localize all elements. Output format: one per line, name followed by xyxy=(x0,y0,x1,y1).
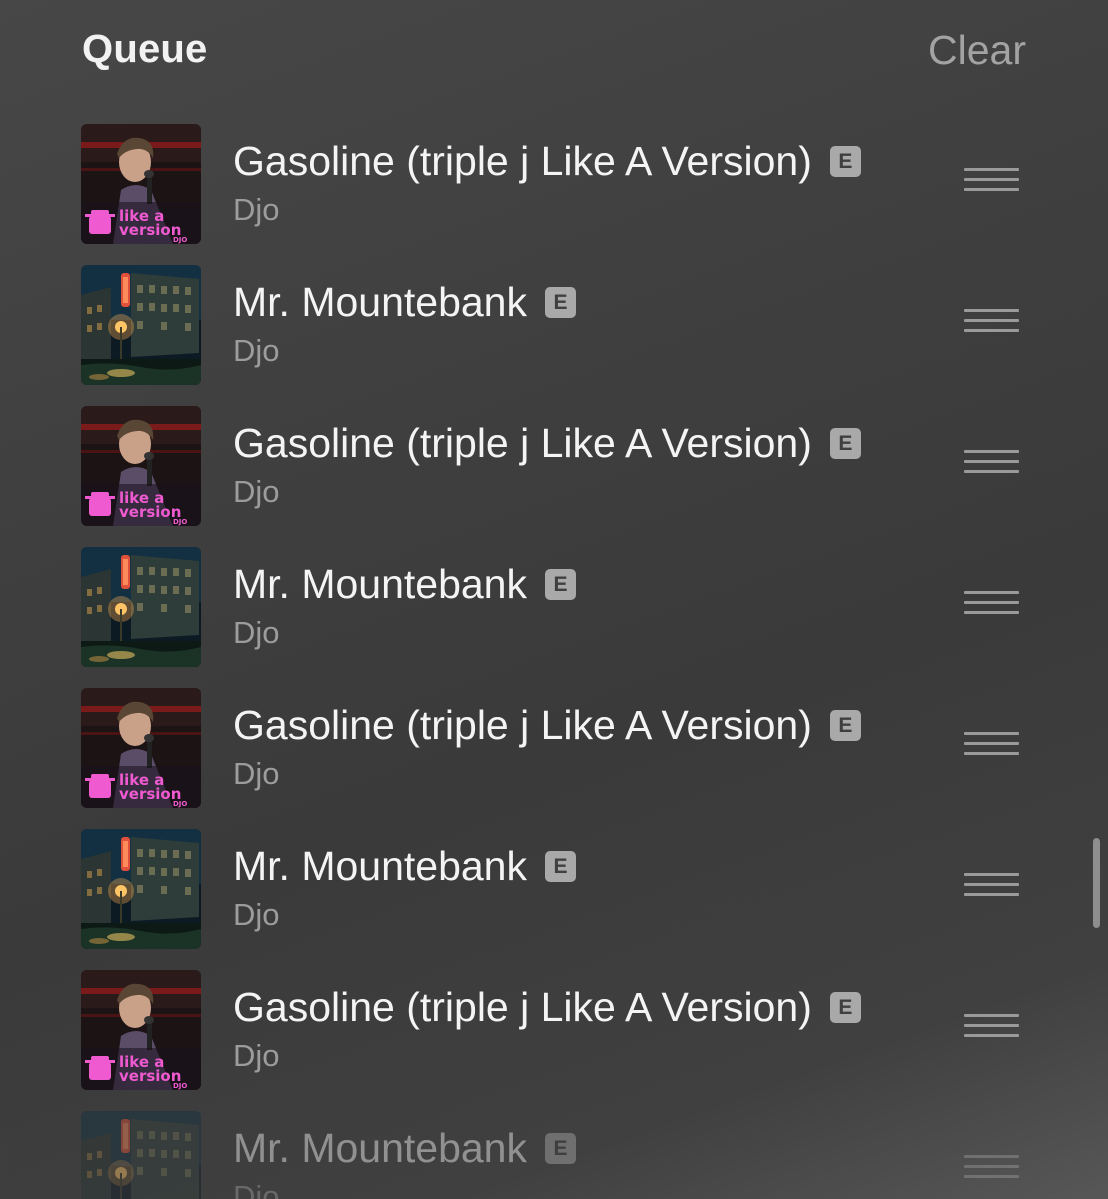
artist-name: Djo xyxy=(233,615,280,650)
queue-row[interactable]: Mr. Mountebank E Djo xyxy=(0,259,1108,400)
album-artwork xyxy=(81,1111,201,1199)
explicit-badge: E xyxy=(829,428,861,459)
queue-row[interactable]: like a version DJO Gasoline (triple j Li… xyxy=(0,400,1108,541)
album-artwork: like a version DJO xyxy=(81,406,201,526)
drag-handle-bar xyxy=(964,1155,1019,1158)
drag-handle-icon[interactable] xyxy=(964,1014,1019,1044)
artwork-text: DJO xyxy=(173,518,187,526)
explicit-badge: E xyxy=(545,569,576,600)
queue-row[interactable]: like a version DJO Gasoline (triple j Li… xyxy=(0,682,1108,823)
song-title-line: Gasoline (triple j Like A Version) E xyxy=(233,702,861,749)
song-title: Mr. Mountebank xyxy=(233,561,527,607)
drag-handle-bar xyxy=(964,1024,1019,1027)
artist-name: Djo xyxy=(233,192,280,227)
drag-handle-icon[interactable] xyxy=(964,1155,1019,1185)
drag-handle-bar xyxy=(964,1165,1019,1168)
queue-row[interactable]: Mr. Mountebank E Djo xyxy=(0,823,1108,964)
drag-handle-bar xyxy=(964,309,1019,312)
drag-handle-bar xyxy=(964,178,1019,181)
drag-handle-icon[interactable] xyxy=(964,732,1019,762)
song-title-line: Mr. Mountebank E xyxy=(233,561,576,608)
drag-handle-bar xyxy=(964,460,1019,463)
drag-handle-bar xyxy=(964,873,1019,876)
song-title: Gasoline (triple j Like A Version) xyxy=(233,702,812,748)
song-title: Gasoline (triple j Like A Version) xyxy=(233,138,812,184)
song-title-line: Gasoline (triple j Like A Version) E xyxy=(233,138,861,185)
drag-handle-bar xyxy=(964,1034,1019,1037)
artwork-text: DJO xyxy=(173,1082,187,1090)
drag-handle-bar xyxy=(964,450,1019,453)
album-artwork xyxy=(81,547,201,667)
drag-handle-icon[interactable] xyxy=(964,309,1019,339)
drag-handle-bar xyxy=(964,742,1019,745)
song-title: Mr. Mountebank xyxy=(233,843,527,889)
album-artwork: like a version DJO xyxy=(81,124,201,244)
drag-handle-bar xyxy=(964,893,1019,896)
queue-row[interactable]: like a version DJO Gasoline (triple j Li… xyxy=(0,964,1108,1105)
queue-header: Queue Clear xyxy=(0,0,1108,110)
drag-handle-bar xyxy=(964,601,1019,604)
artist-name: Djo xyxy=(233,1038,280,1073)
artist-name: Djo xyxy=(233,333,280,368)
album-artwork: like a version DJO xyxy=(81,970,201,1090)
album-artwork xyxy=(81,829,201,949)
song-title-line: Gasoline (triple j Like A Version) E xyxy=(233,984,861,1031)
explicit-badge: E xyxy=(829,992,861,1023)
queue-row[interactable]: Mr. Mountebank E Djo xyxy=(0,541,1108,682)
drag-handle-bar xyxy=(964,1175,1019,1178)
drag-handle-icon[interactable] xyxy=(964,591,1019,621)
drag-handle-bar xyxy=(964,329,1019,332)
artist-name: Djo xyxy=(233,1179,280,1199)
page-title: Queue xyxy=(82,27,208,71)
artist-name: Djo xyxy=(233,756,280,791)
explicit-badge: E xyxy=(829,710,861,741)
queue-row[interactable]: Mr. Mountebank E Djo xyxy=(0,1105,1108,1199)
artwork-text: DJO xyxy=(173,800,187,808)
drag-handle-bar xyxy=(964,1014,1019,1017)
queue-list: like a version DJO Gasoline (triple j Li… xyxy=(0,118,1108,1199)
drag-handle-bar xyxy=(964,883,1019,886)
drag-handle-bar xyxy=(964,732,1019,735)
song-title: Gasoline (triple j Like A Version) xyxy=(233,984,812,1030)
clear-button[interactable]: Clear xyxy=(928,27,1026,74)
song-title: Gasoline (triple j Like A Version) xyxy=(233,420,812,466)
drag-handle-icon[interactable] xyxy=(964,168,1019,198)
song-title: Mr. Mountebank xyxy=(233,1125,527,1171)
song-title: Mr. Mountebank xyxy=(233,279,527,325)
explicit-badge: E xyxy=(545,287,576,318)
drag-handle-bar xyxy=(964,611,1019,614)
song-title-line: Gasoline (triple j Like A Version) E xyxy=(233,420,861,467)
drag-handle-icon[interactable] xyxy=(964,873,1019,903)
album-artwork: like a version DJO xyxy=(81,688,201,808)
drag-handle-bar xyxy=(964,752,1019,755)
song-title-line: Mr. Mountebank E xyxy=(233,279,576,326)
song-title-line: Mr. Mountebank E xyxy=(233,1125,576,1172)
scroll-indicator[interactable] xyxy=(1093,838,1100,928)
artist-name: Djo xyxy=(233,474,280,509)
artist-name: Djo xyxy=(233,897,280,932)
drag-handle-bar xyxy=(964,319,1019,322)
drag-handle-bar xyxy=(964,591,1019,594)
song-title-line: Mr. Mountebank E xyxy=(233,843,576,890)
album-artwork xyxy=(81,265,201,385)
drag-handle-icon[interactable] xyxy=(964,450,1019,480)
drag-handle-bar xyxy=(964,470,1019,473)
artwork-text: DJO xyxy=(173,236,187,244)
queue-row[interactable]: like a version DJO Gasoline (triple j Li… xyxy=(0,118,1108,259)
explicit-badge: E xyxy=(545,1133,576,1164)
drag-handle-bar xyxy=(964,168,1019,171)
explicit-badge: E xyxy=(829,146,861,177)
drag-handle-bar xyxy=(964,188,1019,191)
explicit-badge: E xyxy=(545,851,576,882)
